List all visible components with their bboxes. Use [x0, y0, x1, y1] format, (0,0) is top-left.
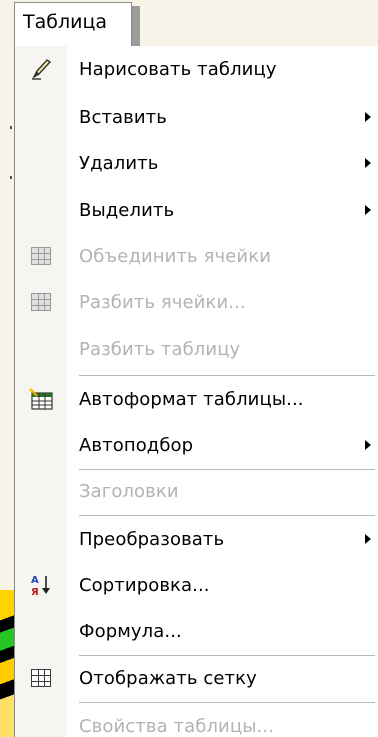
menu-item-table-properties[interactable]: Свойства таблицы...	[15, 703, 378, 737]
menu-item-headings[interactable]: Заголовки	[15, 468, 378, 514]
background-document-edge	[0, 0, 14, 737]
sort-ascending-icon: А Я	[15, 562, 67, 608]
menu-item-label: Автоформат таблицы...	[79, 388, 304, 410]
menu-item-label: Вставить	[79, 106, 167, 128]
table-dropdown-menu: Нарисовать таблицу Вставить Удалить Выде…	[14, 46, 378, 737]
menu-item-delete[interactable]: Удалить	[15, 140, 378, 186]
menu-item-label: Формула...	[79, 620, 182, 642]
menu-bar: Таблица	[14, 0, 378, 46]
menu-item-label: Разбить ячейки...	[79, 291, 246, 313]
menu-item-label: Удалить	[79, 152, 159, 174]
submenu-arrow-icon	[365, 158, 371, 168]
submenu-arrow-icon	[365, 440, 371, 450]
menu-item-table-autoformat[interactable]: Автоформат таблицы...	[15, 376, 378, 422]
ruler-tick	[10, 176, 12, 179]
background-artwork	[0, 590, 14, 737]
menu-title-table[interactable]: Таблица	[14, 2, 132, 46]
menu-item-draw-table[interactable]: Нарисовать таблицу	[15, 46, 378, 92]
svg-text:А: А	[31, 575, 39, 586]
menu-item-insert[interactable]: Вставить	[15, 94, 378, 140]
menu-item-label: Преобразовать	[79, 528, 225, 550]
menu-item-show-gridlines[interactable]: Отображать сетку	[15, 655, 378, 701]
menu-item-label: Сортировка...	[79, 574, 210, 596]
submenu-arrow-icon	[365, 112, 371, 122]
menu-item-label: Отображать сетку	[79, 667, 257, 689]
svg-text:Я: Я	[31, 587, 39, 598]
menu-item-label: Разбить таблицу	[79, 338, 241, 360]
menu-item-sort[interactable]: А Я Сортировка...	[15, 562, 378, 608]
submenu-arrow-icon	[365, 205, 371, 215]
split-cells-icon	[15, 279, 67, 325]
menu-title-shadow	[132, 6, 140, 46]
menu-item-label: Заголовки	[79, 480, 179, 502]
menu-item-label: Свойства таблицы...	[79, 715, 274, 737]
menu-item-split-table[interactable]: Разбить таблицу	[15, 326, 378, 372]
merge-cells-icon	[15, 233, 67, 279]
table-autoformat-icon	[15, 376, 67, 422]
menu-item-label: Выделить	[79, 199, 175, 221]
submenu-arrow-icon	[365, 534, 371, 544]
menu-item-formula[interactable]: Формула...	[15, 608, 378, 654]
menu-item-label: Автоподбор	[79, 434, 194, 456]
menu-item-split-cells[interactable]: Разбить ячейки...	[15, 279, 378, 325]
menu-item-convert[interactable]: Преобразовать	[15, 516, 378, 562]
menu-item-merge-cells[interactable]: Объединить ячейки	[15, 233, 378, 279]
menu-item-select[interactable]: Выделить	[15, 187, 378, 233]
menu-item-label: Нарисовать таблицу	[79, 58, 277, 80]
menu-item-label: Объединить ячейки	[79, 245, 271, 267]
menu-item-autofit[interactable]: Автоподбор	[15, 422, 378, 468]
ruler-tick	[10, 126, 12, 129]
show-gridlines-icon	[15, 655, 67, 701]
pencil-icon	[15, 46, 67, 92]
